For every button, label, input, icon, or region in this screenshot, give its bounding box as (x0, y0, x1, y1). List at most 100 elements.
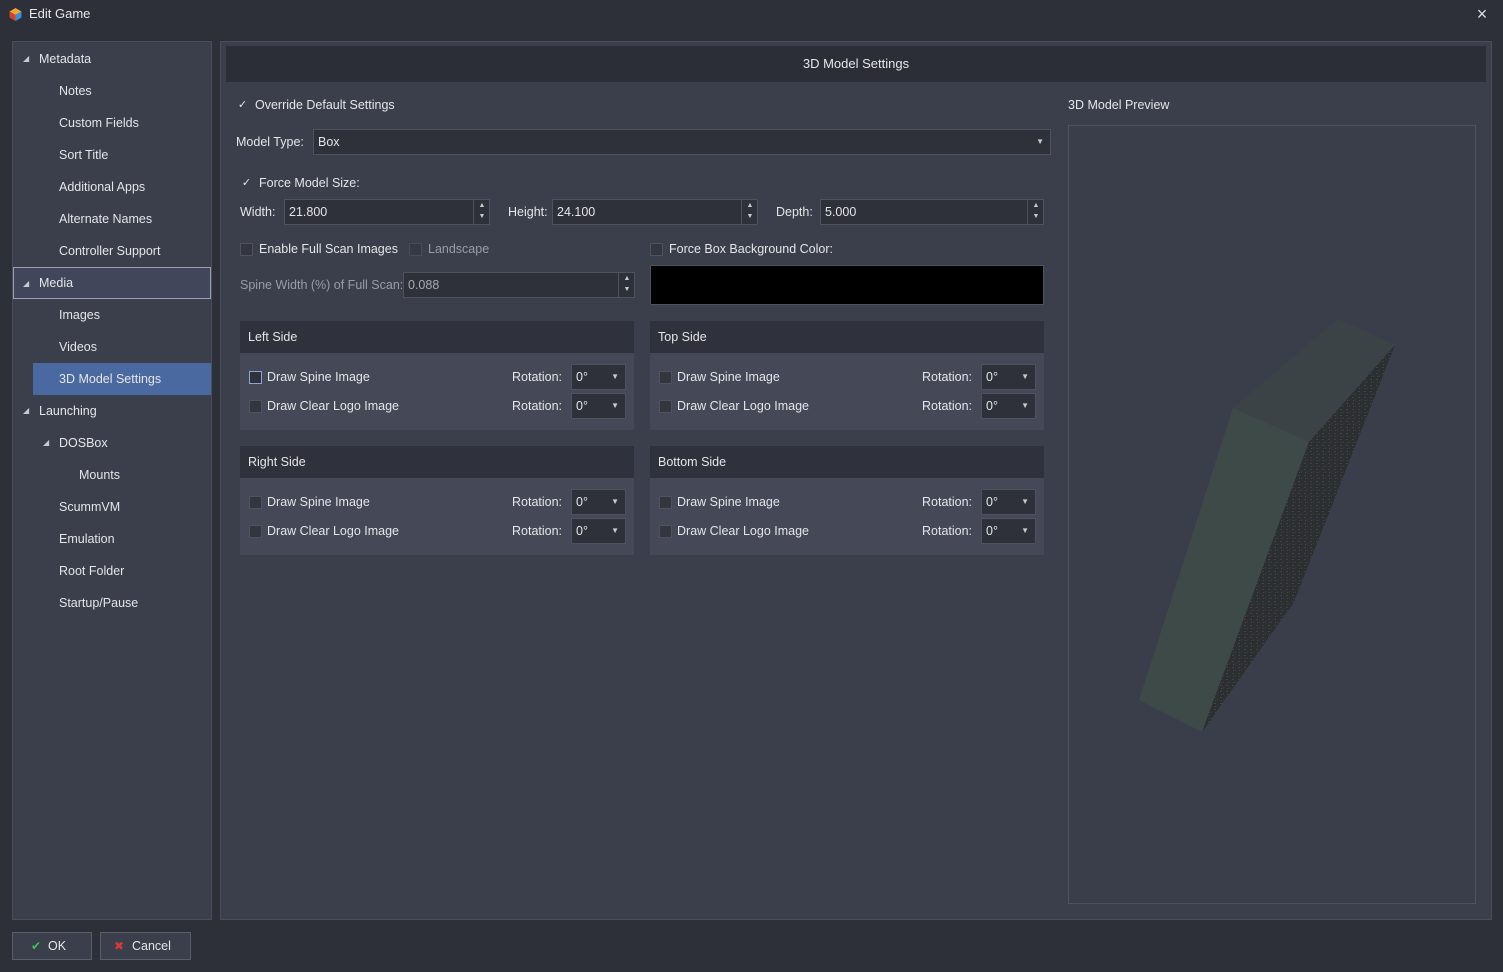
top-draw-spine-checkbox[interactable] (659, 371, 672, 384)
height-value: 24.100 (557, 205, 596, 219)
sidebar-item-3d-model-settings[interactable]: 3D Model Settings (33, 363, 211, 395)
enable-full-scan-checkbox[interactable] (240, 243, 253, 256)
sidebar-item-label: Launching (39, 404, 97, 418)
ok-button[interactable]: ✔ OK (12, 932, 92, 960)
sidebar-item-mounts[interactable]: Mounts (13, 459, 211, 491)
sidebar-item-root-folder[interactable]: Root Folder (13, 555, 211, 587)
spine-width-input[interactable]: 0.088 ▲ ▼ (403, 272, 635, 298)
checkmark-icon: ✔ (31, 939, 42, 953)
sidebar-item-scummvm[interactable]: ScummVM (13, 491, 211, 523)
bottom-draw-logo-checkbox[interactable] (659, 525, 672, 538)
left-spine-rotation-select[interactable]: 0° ▼ (571, 364, 626, 390)
left-draw-spine-label: Draw Spine Image (267, 370, 370, 384)
force-model-size-checkbox[interactable]: ✓ (240, 177, 253, 190)
width-label: Width: (240, 205, 276, 219)
sidebar-item-sort-title[interactable]: Sort Title (13, 139, 211, 171)
bottom-spine-rotation-label: Rotation: (922, 495, 973, 509)
right-draw-spine-checkbox[interactable] (249, 496, 262, 509)
collapse-arrow-icon[interactable]: ◢ (23, 395, 29, 427)
top-spine-rotation-select[interactable]: 0° ▼ (981, 364, 1036, 390)
box-model-render (1139, 319, 1395, 732)
sidebar-item-label: 3D Model Settings (59, 372, 162, 386)
bottom-logo-rotation-label: Rotation: (922, 524, 973, 538)
left-logo-rotation-select[interactable]: 0° ▼ (571, 393, 626, 419)
depth-input[interactable]: 5.000 ▲ ▼ (820, 199, 1044, 225)
right-draw-logo-checkbox[interactable] (249, 525, 262, 538)
sidebar-item-metadata[interactable]: ◢ Metadata (13, 43, 211, 75)
bottom-side-title: Bottom Side (650, 446, 1044, 478)
left-logo-rotation-label: Rotation: (512, 399, 563, 413)
force-bg-color-checkbox[interactable] (650, 243, 663, 256)
close-icon[interactable]: × (1470, 3, 1494, 25)
collapse-arrow-icon[interactable]: ◢ (43, 427, 49, 459)
width-spinner[interactable]: ▲ ▼ (473, 199, 490, 225)
sidebar-item-launching[interactable]: ◢ Launching (13, 395, 211, 427)
sidebar-item-custom-fields[interactable]: Custom Fields (13, 107, 211, 139)
spin-down-icon[interactable]: ▼ (619, 284, 635, 296)
chevron-down-icon: ▼ (1036, 137, 1044, 146)
sidebar-item-dosbox[interactable]: ◢ DOSBox (13, 427, 211, 459)
background-color-swatch[interactable] (650, 265, 1044, 305)
depth-value: 5.000 (825, 205, 857, 219)
spin-down-icon[interactable]: ▼ (742, 211, 758, 223)
left-draw-spine-checkbox[interactable] (249, 371, 262, 384)
rotation-value: 0° (986, 495, 998, 509)
top-logo-rotation-select[interactable]: 0° ▼ (981, 393, 1036, 419)
sidebar-item-label: ScummVM (59, 500, 121, 514)
sidebar-item-media[interactable]: ◢ Media (13, 267, 211, 299)
left-side-group: Left Side Draw Spine Image Rotation: 0° … (240, 321, 634, 430)
rotation-value: 0° (986, 399, 998, 413)
model-preview[interactable] (1068, 125, 1476, 904)
top-draw-logo-label: Draw Clear Logo Image (677, 399, 810, 413)
rotation-value: 0° (576, 370, 588, 384)
sidebar-item-label: Images (59, 308, 100, 322)
top-logo-rotation-label: Rotation: (922, 399, 973, 413)
rotation-value: 0° (576, 495, 588, 509)
sidebar-item-images[interactable]: Images (13, 299, 211, 331)
chevron-down-icon: ▼ (1021, 497, 1029, 506)
model-type-select[interactable]: Box ▼ (313, 129, 1051, 155)
depth-spinner[interactable]: ▲ ▼ (1027, 199, 1044, 225)
sidebar-item-videos[interactable]: Videos (13, 331, 211, 363)
sidebar-item-label: Metadata (39, 52, 92, 66)
right-logo-rotation-select[interactable]: 0° ▼ (571, 518, 626, 544)
sidebar-item-emulation[interactable]: Emulation (13, 523, 211, 555)
spine-width-label: Spine Width (%) of Full Scan: (240, 278, 404, 292)
right-spine-rotation-select[interactable]: 0° ▼ (571, 489, 626, 515)
sidebar-item-controller-support[interactable]: Controller Support (13, 235, 211, 267)
height-label: Height: (508, 205, 548, 219)
sidebar-item-alternate-names[interactable]: Alternate Names (13, 203, 211, 235)
bottom-logo-rotation-select[interactable]: 0° ▼ (981, 518, 1036, 544)
chevron-down-icon: ▼ (1021, 401, 1029, 410)
sidebar-item-additional-apps[interactable]: Additional Apps (13, 171, 211, 203)
override-default-checkbox[interactable]: ✓ (236, 99, 249, 112)
cancel-button[interactable]: ✖ Cancel (100, 932, 191, 960)
sidebar-item-startup-pause[interactable]: Startup/Pause (13, 587, 211, 619)
force-bg-color-label: Force Box Background Color: (669, 242, 833, 256)
landscape-checkbox[interactable] (409, 243, 422, 256)
top-draw-logo-checkbox[interactable] (659, 400, 672, 413)
sidebar-item-label: Mounts (79, 468, 120, 482)
sidebar-item-notes[interactable]: Notes (13, 75, 211, 107)
width-input[interactable]: 21.800 ▲ ▼ (284, 199, 490, 225)
sidebar-item-label: Startup/Pause (59, 596, 139, 610)
height-spinner[interactable]: ▲ ▼ (741, 199, 758, 225)
left-side-title: Left Side (240, 321, 634, 353)
bottom-draw-spine-checkbox[interactable] (659, 496, 672, 509)
collapse-arrow-icon[interactable]: ◢ (23, 268, 29, 300)
enable-full-scan-label: Enable Full Scan Images (259, 242, 398, 256)
spin-down-icon[interactable]: ▼ (1028, 211, 1044, 223)
left-spine-rotation-label: Rotation: (512, 370, 563, 384)
collapse-arrow-icon[interactable]: ◢ (23, 43, 29, 75)
bottom-draw-spine-label: Draw Spine Image (677, 495, 780, 509)
left-draw-logo-checkbox[interactable] (249, 400, 262, 413)
override-default-label: Override Default Settings (255, 98, 395, 112)
sidebar: ◢ Metadata Notes Custom Fields Sort Titl… (12, 41, 212, 920)
spine-width-spinner[interactable]: ▲ ▼ (618, 272, 635, 298)
bottom-spine-rotation-select[interactable]: 0° ▼ (981, 489, 1036, 515)
model-type-value: Box (318, 135, 340, 149)
height-input[interactable]: 24.100 ▲ ▼ (552, 199, 758, 225)
spin-down-icon[interactable]: ▼ (474, 211, 490, 223)
chevron-down-icon: ▼ (611, 526, 619, 535)
rotation-value: 0° (986, 370, 998, 384)
